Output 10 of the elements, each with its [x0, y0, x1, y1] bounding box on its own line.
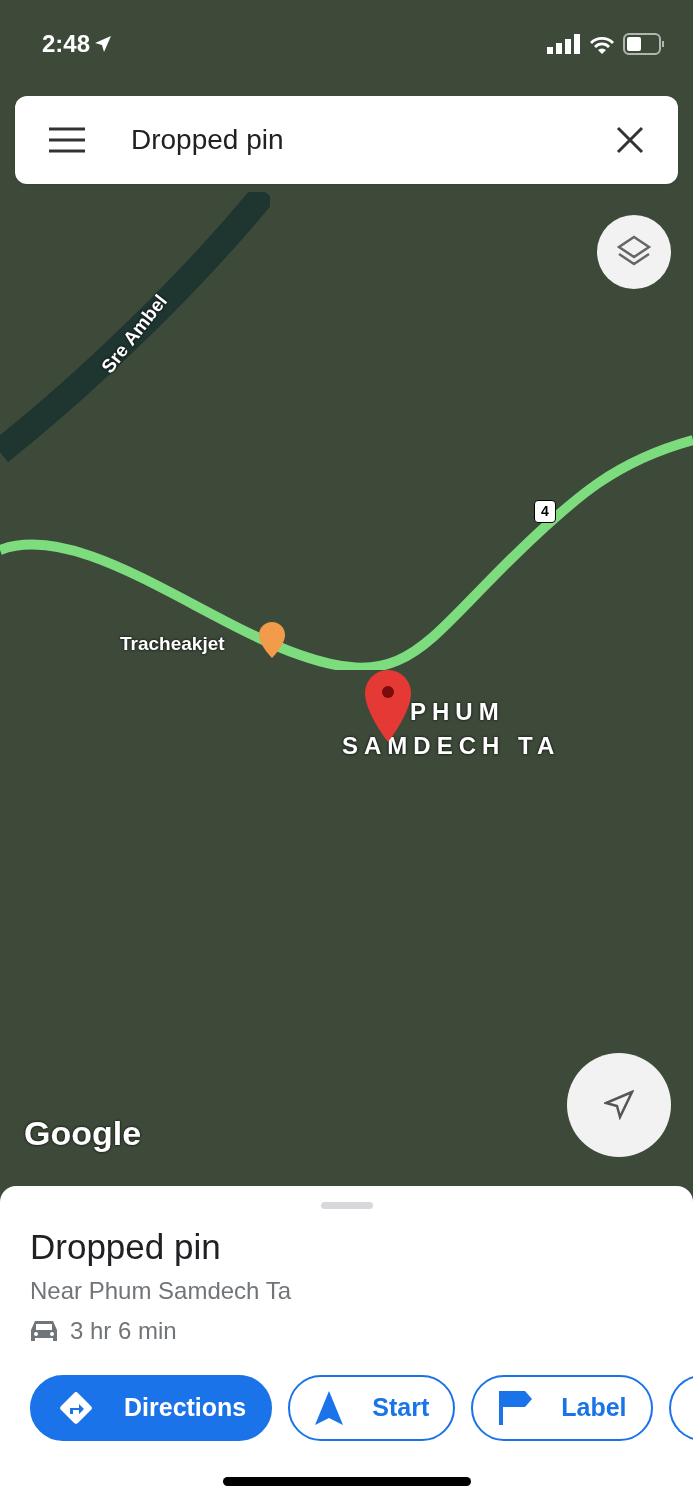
travel-time: 3 hr 6 min: [70, 1316, 177, 1346]
place-label: Tracheakjet: [120, 632, 225, 656]
area-label: SAMDECH TA: [342, 731, 561, 761]
search-text: Dropped pin: [131, 123, 285, 157]
status-time: 2:48: [42, 29, 91, 59]
area-label: PHUM: [410, 697, 505, 727]
google-logo: Google: [24, 1113, 142, 1154]
place-subtitle: Near Phum Samdech Ta: [30, 1276, 293, 1306]
highway-shield: 4: [534, 500, 556, 523]
place-title: Dropped pin: [30, 1226, 222, 1268]
